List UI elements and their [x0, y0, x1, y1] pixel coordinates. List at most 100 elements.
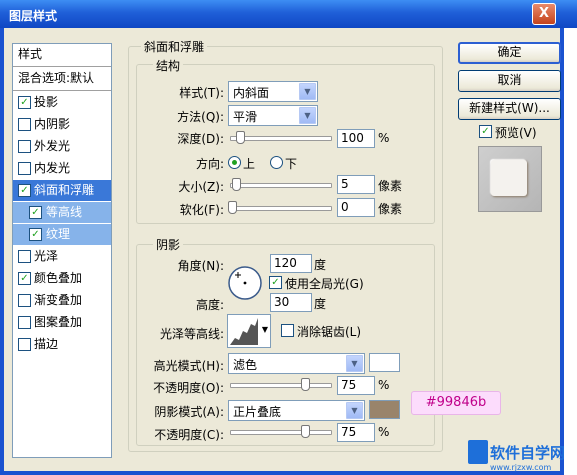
angle-label: 角度(N):: [177, 259, 224, 273]
altitude-input[interactable]: 30: [270, 293, 312, 312]
direction-down-label[interactable]: 下: [285, 155, 297, 172]
angle-unit: 度: [314, 258, 327, 272]
sidebar-checkbox[interactable]: [18, 250, 31, 263]
sidebar-checkbox[interactable]: [18, 294, 31, 307]
radio-dot: [232, 160, 237, 165]
highlight-opacity-value: 75: [341, 378, 357, 392]
size-unit: 像素: [378, 179, 403, 193]
sidebar-item[interactable]: 内发光: [13, 158, 111, 179]
sidebar-checkbox[interactable]: [18, 316, 31, 329]
bevel-emboss-title: 斜面和浮雕: [141, 38, 208, 55]
altitude-input-value: 30: [274, 295, 290, 309]
style-select[interactable]: 内斜面 ▼: [228, 81, 318, 102]
sidebar-item[interactable]: ✓ 等高线: [13, 202, 111, 223]
depth-input-value: 100: [341, 131, 364, 145]
sidebar-checkbox[interactable]: ✓: [29, 228, 42, 241]
sidebar-checkbox[interactable]: [18, 338, 31, 351]
altitude-unit: 度: [314, 297, 327, 311]
style-list: 样式 混合选项:默认 ✓ 投影 内阴影 外发光 内发光 ✓ 斜面和浮雕 ✓ 等高线 ✓ 纹理 光泽 ✓ 颜…: [12, 43, 112, 458]
sidebar-checkbox[interactable]: [18, 162, 31, 175]
highlight-opacity-input[interactable]: 75: [337, 376, 375, 395]
sidebar-checkbox[interactable]: [18, 140, 31, 153]
soften-slider[interactable]: [230, 206, 332, 211]
close-button[interactable]: X: [532, 3, 556, 25]
shadow-color-swatch[interactable]: [369, 400, 400, 419]
color-annotation: #99846b: [411, 391, 501, 415]
direction-up-label[interactable]: 上: [243, 155, 255, 172]
ok-button[interactable]: 确定: [458, 42, 561, 64]
highlight-opacity-unit: %: [378, 378, 390, 392]
title-bar[interactable]: 图层样式 X: [0, 0, 577, 28]
size-slider[interactable]: [230, 183, 332, 188]
sidebar-checkbox[interactable]: ✓: [18, 184, 31, 197]
cancel-button[interactable]: 取消: [458, 70, 561, 92]
sidebar-item[interactable]: ✓ 颜色叠加: [13, 268, 111, 289]
watermark-logo: 软件自学网 www.rjzxw.com: [468, 435, 575, 473]
depth-input[interactable]: 100: [337, 129, 375, 148]
preview-swatch: [491, 160, 527, 196]
highlight-opacity-slider[interactable]: [230, 383, 332, 388]
style-list-header[interactable]: 样式: [13, 44, 111, 65]
antialias-checkbox[interactable]: [281, 324, 294, 337]
sidebar-checkbox[interactable]: ✓: [29, 206, 42, 219]
sidebar-item-label: 渐变叠加: [34, 293, 83, 307]
shadow-opacity-slider[interactable]: [230, 430, 332, 435]
preview-label[interactable]: 预览(V): [495, 124, 537, 141]
new-style-button[interactable]: 新建样式(W)...: [458, 98, 561, 120]
direction-up-radio[interactable]: [228, 156, 241, 169]
sidebar-item[interactable]: 光泽: [13, 246, 111, 267]
soften-slider-thumb[interactable]: [228, 201, 237, 214]
soften-label: 软化(F):: [179, 203, 224, 217]
highlight-mode-select[interactable]: 滤色 ▼: [228, 353, 365, 374]
highlight-opacity-thumb[interactable]: [301, 378, 310, 391]
depth-label: 深度(D):: [177, 132, 224, 146]
depth-slider-thumb[interactable]: [236, 131, 245, 144]
sidebar-checkbox[interactable]: [18, 118, 31, 131]
sidebar-item-label: 纹理: [46, 227, 71, 241]
sidebar-checkbox[interactable]: ✓: [18, 272, 31, 285]
gloss-contour-picker[interactable]: ▼: [227, 314, 271, 348]
highlight-color-swatch[interactable]: [369, 353, 400, 372]
soften-input-value: 0: [341, 200, 349, 214]
checkmark-icon: ✓: [20, 185, 29, 196]
angle-input[interactable]: 120: [270, 254, 312, 273]
shadow-opacity-input[interactable]: 75: [337, 423, 375, 442]
sidebar-item[interactable]: 外发光: [13, 136, 111, 157]
soften-unit: 像素: [378, 202, 403, 216]
technique-select[interactable]: 平滑 ▼: [228, 105, 318, 126]
global-light-checkbox[interactable]: ✓: [269, 276, 282, 289]
size-label: 大小(Z):: [178, 180, 224, 194]
depth-slider[interactable]: [230, 136, 332, 141]
sidebar-item[interactable]: ✓ 斜面和浮雕: [13, 180, 111, 201]
blend-options-item[interactable]: 混合选项:默认: [13, 68, 111, 89]
shadow-opacity-label: 不透明度(C):: [154, 428, 224, 442]
direction-down-radio[interactable]: [270, 156, 283, 169]
sidebar-item[interactable]: ✓ 投影: [13, 92, 111, 113]
preview-checkbox[interactable]: ✓: [479, 125, 492, 138]
sidebar-checkbox[interactable]: ✓: [18, 96, 31, 109]
sidebar-item-label: 颜色叠加: [34, 271, 83, 285]
highlight-mode-value: 滤色: [233, 358, 258, 372]
size-input[interactable]: 5: [337, 175, 375, 194]
sidebar-item-label: 内阴影: [34, 117, 71, 131]
sidebar-item[interactable]: 描边: [13, 334, 111, 355]
sidebar-item[interactable]: 内阴影: [13, 114, 111, 135]
size-slider-thumb[interactable]: [232, 178, 241, 191]
style-select-value: 内斜面: [233, 86, 270, 100]
shadow-mode-select[interactable]: 正片叠底 ▼: [228, 400, 365, 421]
global-light-label[interactable]: 使用全局光(G): [285, 275, 364, 292]
sidebar-item[interactable]: ✓ 纹理: [13, 224, 111, 245]
shadow-opacity-thumb[interactable]: [301, 425, 310, 438]
sidebar-item[interactable]: 渐变叠加: [13, 290, 111, 311]
altitude-label: 高度:: [195, 298, 224, 312]
layer-style-dialog: 图层样式 X 样式 混合选项:默认 ✓ 投影 内阴影 外发光 内发光 ✓ 斜面和浮雕 ✓ 等高线…: [0, 0, 577, 475]
shadow-mode-label: 阴影模式(A):: [154, 405, 224, 419]
soften-input[interactable]: 0: [337, 198, 375, 217]
structure-title: 结构: [153, 57, 184, 74]
shadow-mode-value: 正片叠底: [233, 405, 282, 419]
angle-dial[interactable]: [227, 265, 263, 301]
highlight-mode-label: 高光模式(H):: [153, 359, 224, 373]
angle-input-value: 120: [274, 256, 297, 270]
antialias-label[interactable]: 消除锯齿(L): [297, 323, 361, 340]
sidebar-item[interactable]: 图案叠加: [13, 312, 111, 333]
